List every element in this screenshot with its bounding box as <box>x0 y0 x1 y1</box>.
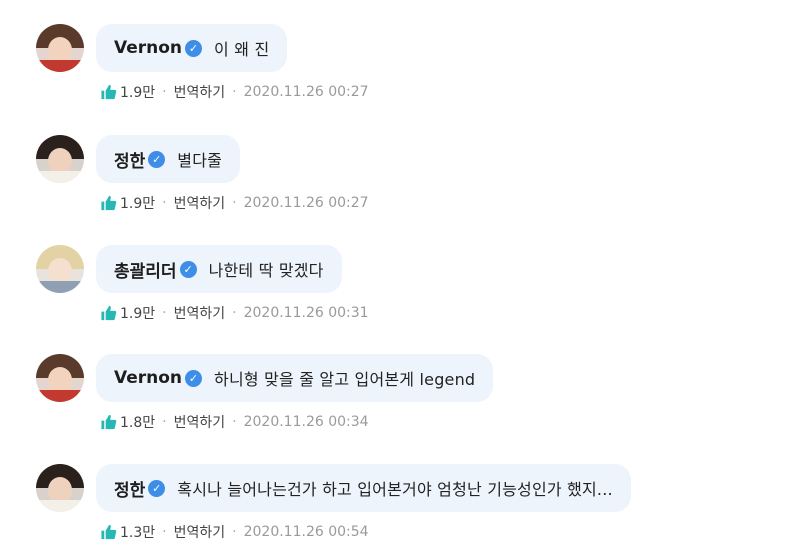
separator-dot: · <box>162 414 167 430</box>
thumbs-up-icon[interactable] <box>100 414 117 430</box>
comment-author[interactable]: Vernon <box>114 368 182 388</box>
verified-badge-icon: ✓ <box>148 479 166 497</box>
like-count: 1.9만 <box>120 196 156 212</box>
avatar[interactable] <box>36 245 84 293</box>
comment-bubble: Vernon ✓ 이 왜 진 <box>96 24 288 72</box>
comment-text: 혹시나 늘어나는건가 하고 입어본거야 엄청난 기능성인가 했지... <box>177 480 613 499</box>
thumbs-up-icon[interactable] <box>100 305 117 321</box>
comment-bubble: Vernon ✓ 하니형 맞을 줄 알고 입어본게 legend <box>96 354 494 402</box>
translate-link[interactable]: 번역하기 <box>174 412 226 432</box>
translate-link[interactable]: 번역하기 <box>174 82 226 102</box>
like-count: 1.8만 <box>120 415 156 431</box>
thumbs-up-icon[interactable] <box>100 195 117 211</box>
avatar[interactable] <box>36 354 84 402</box>
comment-item: Vernon ✓ 이 왜 진 1.9만 · 번역하기 · 2020.11.26 … <box>0 0 798 110</box>
separator-dot: · <box>162 524 167 540</box>
comment-author[interactable]: 정한 <box>114 147 145 172</box>
verified-badge-icon: ✓ <box>179 260 197 278</box>
like-count: 1.9만 <box>120 306 156 322</box>
like-count: 1.3만 <box>120 525 156 541</box>
comment-author[interactable]: 정한 <box>114 476 145 501</box>
comment-text: 하니형 맞을 줄 알고 입어본게 legend <box>214 370 476 389</box>
separator-dot: · <box>232 195 237 211</box>
comment-timestamp: 2020.11.26 00:31 <box>243 305 369 321</box>
separator-dot: · <box>232 84 237 100</box>
comment-timestamp: 2020.11.26 00:34 <box>243 414 369 430</box>
comment-bubble: 정한 ✓ 별다줄 <box>96 135 241 183</box>
verified-badge-icon: ✓ <box>185 39 203 57</box>
thumbs-up-icon[interactable] <box>100 84 117 100</box>
verified-badge-icon: ✓ <box>185 369 203 387</box>
translate-link[interactable]: 번역하기 <box>174 522 226 542</box>
comment-text: 별다줄 <box>177 151 223 170</box>
comment-author[interactable]: 총괄리더 <box>114 257 177 282</box>
comment-meta: 1.8만 · 번역하기 · 2020.11.26 00:34 <box>100 412 369 432</box>
verified-badge-icon: ✓ <box>148 150 166 168</box>
separator-dot: · <box>162 84 167 100</box>
separator-dot: · <box>232 414 237 430</box>
separator-dot: · <box>162 195 167 211</box>
separator-dot: · <box>232 305 237 321</box>
comment-item: 정한 ✓ 별다줄 1.9만 · 번역하기 · 2020.11.26 00:27 <box>0 111 798 221</box>
separator-dot: · <box>232 524 237 540</box>
comment-meta: 1.9만 · 번역하기 · 2020.11.26 00:27 <box>100 82 369 102</box>
comment-text: 나한테 딱 맞겠다 <box>208 261 324 280</box>
comment-meta: 1.9만 · 번역하기 · 2020.11.26 00:31 <box>100 303 369 323</box>
comment-bubble: 총괄리더 ✓ 나한테 딱 맞겠다 <box>96 245 342 293</box>
thumbs-up-icon[interactable] <box>100 524 117 540</box>
comment-meta: 1.3만 · 번역하기 · 2020.11.26 00:54 <box>100 522 369 542</box>
like-count: 1.9만 <box>120 85 156 101</box>
comment-item: 총괄리더 ✓ 나한테 딱 맞겠다 1.9만 · 번역하기 · 2020.11.2… <box>0 221 798 331</box>
comment-text: 이 왜 진 <box>214 40 270 59</box>
comment-author[interactable]: Vernon <box>114 38 182 58</box>
separator-dot: · <box>162 305 167 321</box>
comment-item: Vernon ✓ 하니형 맞을 줄 알고 입어본게 legend 1.8만 · … <box>0 330 798 440</box>
avatar[interactable] <box>36 24 84 72</box>
comment-item: 정한 ✓ 혹시나 늘어나는건가 하고 입어본거야 엄청난 기능성인가 했지...… <box>0 440 798 550</box>
translate-link[interactable]: 번역하기 <box>174 193 226 213</box>
comment-bubble: 정한 ✓ 혹시나 늘어나는건가 하고 입어본거야 엄청난 기능성인가 했지... <box>96 464 631 512</box>
comment-meta: 1.9만 · 번역하기 · 2020.11.26 00:27 <box>100 193 369 213</box>
avatar[interactable] <box>36 464 84 512</box>
comment-timestamp: 2020.11.26 00:27 <box>243 84 369 100</box>
avatar[interactable] <box>36 135 84 183</box>
translate-link[interactable]: 번역하기 <box>174 303 226 323</box>
comment-timestamp: 2020.11.26 00:54 <box>243 524 369 540</box>
comment-timestamp: 2020.11.26 00:27 <box>243 195 369 211</box>
